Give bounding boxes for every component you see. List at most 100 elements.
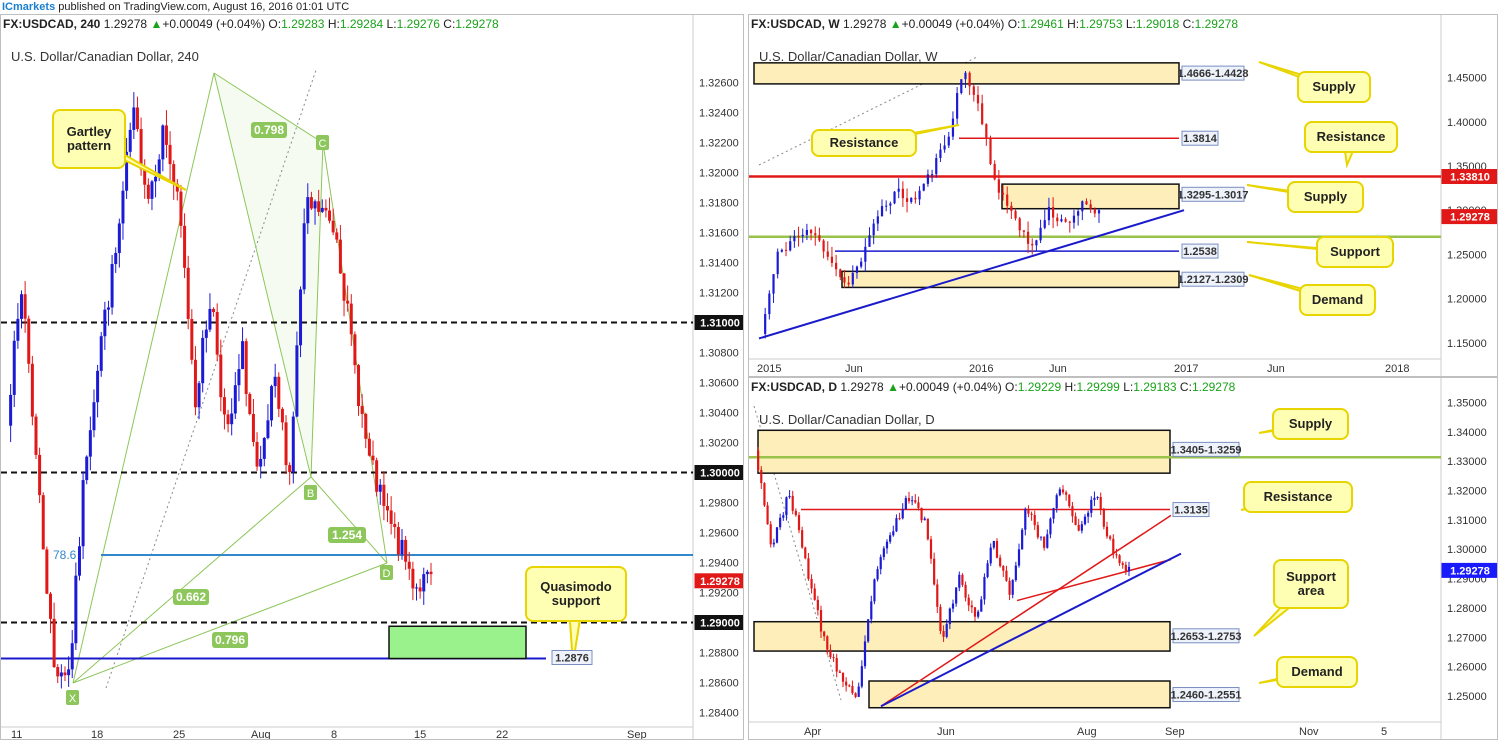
weekly-candle (843, 277, 846, 283)
weekly-callout-support-text: Support (1330, 244, 1380, 259)
weekly-x-tick: 2015 (757, 363, 781, 375)
weekly-open: 1.29461 (1020, 17, 1064, 31)
h4-candle (280, 408, 284, 423)
gartley-point-c: C (319, 138, 327, 150)
daily-candle (1008, 580, 1011, 595)
h4-candle (12, 340, 16, 395)
gartley-point-d: D (383, 568, 391, 580)
weekly-candle (1031, 243, 1034, 246)
weekly-chart-panel[interactable]: U.S. Dollar/Canadian Dollar, W 1.4666-1.4… (748, 14, 1498, 377)
daily-y-tick: 1.28000 (1447, 603, 1487, 615)
h4-tag-1-30-text: 1.30000 (700, 468, 740, 480)
daily-candle (794, 510, 797, 516)
daily-candle (1124, 564, 1127, 572)
daily-candle (863, 641, 867, 667)
h4-chart-panel[interactable]: U.S. Dollar/Canadian Dollar, 240 78.6 0.79… (0, 14, 744, 740)
daily-candle (785, 497, 788, 516)
weekly-candle (1093, 208, 1096, 214)
h4-candle (30, 363, 34, 417)
daily-candle (904, 498, 907, 510)
weekly-candle (930, 174, 934, 176)
daily-y-tick: 1.34000 (1447, 427, 1487, 439)
weekly-candle (1068, 221, 1071, 223)
weekly-candle (893, 191, 896, 204)
daily-candle (1011, 580, 1014, 595)
h4-candle (404, 539, 408, 562)
daily-candle (1039, 536, 1043, 538)
weekly-candle (1085, 201, 1088, 205)
daily-candle (829, 649, 832, 658)
h4-candle (186, 267, 190, 319)
daily-chart[interactable]: U.S. Dollar/Canadian Dollar, D 1.3405-1.3… (749, 378, 1498, 740)
daily-candle (977, 611, 980, 617)
publisher-logo[interactable]: ICmarkets (0, 1, 55, 13)
daily-candle (992, 540, 995, 548)
h4-candle (241, 341, 245, 370)
h4-candle (378, 484, 382, 492)
h4-fib-786-label: 78.6 (53, 548, 77, 562)
weekly-candle (839, 269, 842, 278)
publish-bar: ICmarkets published on TradingView.com, … (0, 0, 1498, 14)
h4-candle (266, 420, 270, 438)
weekly-candle (872, 223, 875, 236)
h4-candle (41, 495, 45, 550)
up-arrow-icon: ▲ (150, 17, 163, 31)
weekly-candle (1010, 205, 1013, 211)
weekly-chart[interactable]: U.S. Dollar/Canadian Dollar, W 1.4666-1.4… (749, 15, 1498, 377)
weekly-candle (943, 145, 946, 150)
weekly-candle (956, 93, 959, 119)
weekly-candle (1006, 194, 1009, 206)
daily-candle (1049, 518, 1052, 535)
weekly-candle (818, 235, 821, 241)
daily-candle (1083, 516, 1087, 525)
h4-candle (335, 232, 339, 240)
h4-candle (386, 505, 390, 511)
daily-chart-panel[interactable]: U.S. Dollar/Canadian Dollar, D 1.3405-1.3… (748, 377, 1498, 740)
daily-candle (929, 539, 933, 559)
h4-candle (190, 318, 194, 360)
h4-candle (9, 394, 13, 426)
daily-candle (1017, 549, 1021, 566)
weekly-candle (885, 205, 888, 207)
h4-y-tick: 1.32600 (699, 78, 739, 90)
h4-candle (277, 376, 281, 409)
weekly-candle (789, 241, 792, 251)
daily-candle (945, 624, 948, 637)
daily-candle (995, 540, 999, 558)
h4-chart[interactable]: U.S. Dollar/Canadian Dollar, 240 78.6 0.79… (1, 15, 744, 740)
weekly-candle (1039, 227, 1042, 241)
weekly-callout-supply-top-text: Supply (1312, 79, 1356, 94)
h4-candle (23, 294, 27, 319)
h4-x-tick: 11 (11, 729, 22, 740)
daily-open: 1.29229 (1017, 380, 1062, 394)
daily-candle (826, 636, 829, 650)
weekly-candle (793, 236, 796, 242)
h4-y-tick: 1.31600 (699, 228, 739, 240)
daily-candle (1021, 529, 1024, 550)
weekly-candle (780, 249, 783, 252)
daily-low: 1.29183 (1133, 380, 1177, 394)
weekly-candle (1014, 210, 1017, 219)
h4-candle (226, 414, 230, 425)
daily-candle (885, 541, 889, 549)
h4-y-tick: 1.29200 (699, 588, 739, 600)
daily-high: 1.29299 (1076, 380, 1120, 394)
h4-candle (291, 416, 295, 473)
h4-candle (38, 454, 42, 496)
daily-candle (832, 657, 835, 659)
h4-candle (183, 225, 187, 268)
daily-candle (757, 450, 760, 470)
daily-candle (807, 558, 810, 579)
daily-candle (873, 579, 876, 602)
quasimodo-callout-text: support (552, 593, 601, 608)
h4-candle (34, 416, 38, 455)
weekly-candle (939, 149, 942, 159)
h4-candle (422, 574, 426, 592)
h4-candle (201, 337, 205, 384)
weekly-candle (1026, 231, 1030, 244)
daily-candle (1109, 536, 1112, 539)
weekly-candle (880, 206, 884, 217)
daily-candle (1074, 516, 1077, 525)
h4-candle (70, 643, 74, 670)
h4-candle (128, 129, 132, 152)
